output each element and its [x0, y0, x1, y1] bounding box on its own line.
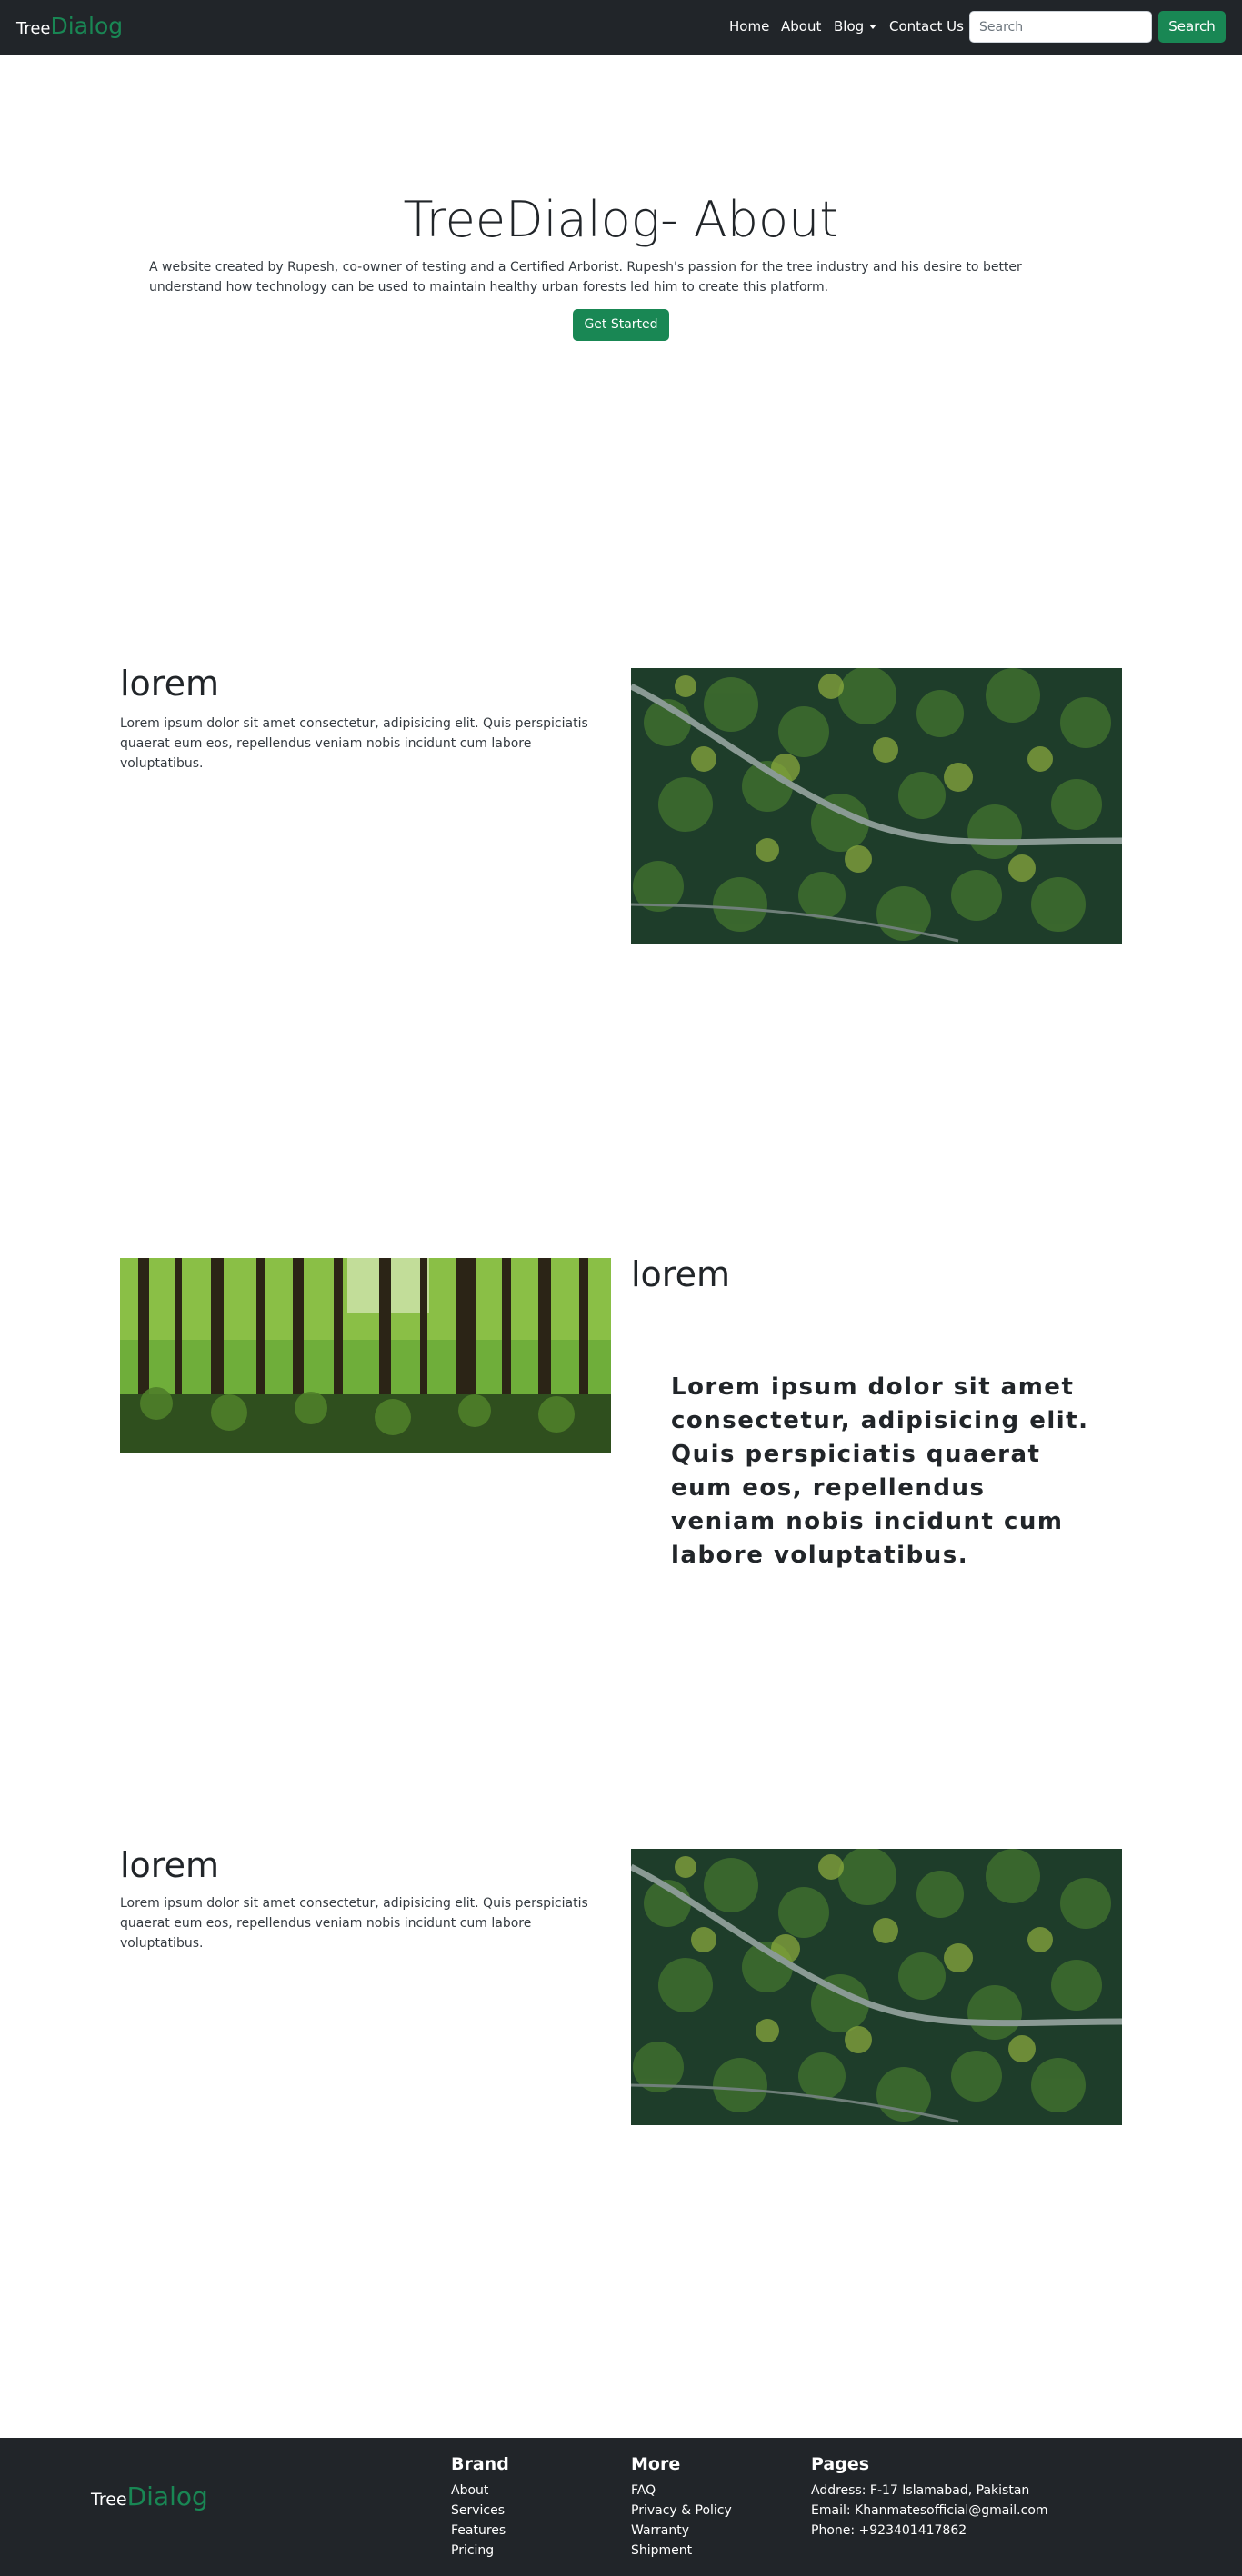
footer-link-shipment[interactable]: Shipment — [631, 2541, 732, 2561]
aerial-forest-image — [631, 668, 1122, 944]
footer-brand-text-tree: Tree — [91, 2490, 127, 2510]
navbar-brand[interactable]: TreeDialog — [16, 13, 123, 39]
nav-link-blog-label: Blog — [834, 18, 865, 35]
footer-heading-pages: Pages — [811, 2454, 870, 2474]
footer-column-brand: Brand About Services Features Pricing — [451, 2454, 509, 2561]
section-1-text: Lorem ipsum dolor sit amet consectetur, … — [120, 716, 588, 771]
get-started-button[interactable]: Get Started — [573, 309, 669, 341]
search-input[interactable] — [969, 11, 1152, 43]
navbar: TreeDialog Home About Blog Contact Us Se… — [0, 0, 1242, 55]
nav-dropdown-blog[interactable]: Blog — [834, 18, 877, 35]
footer-link-about[interactable]: About — [451, 2481, 509, 2501]
nav-link-about[interactable]: About — [781, 18, 821, 35]
forest-trunks-image — [120, 1258, 611, 1453]
footer-link-faq[interactable]: FAQ — [631, 2481, 732, 2501]
chevron-down-icon — [869, 25, 877, 29]
brand-text-dialog: Dialog — [50, 13, 124, 39]
section-3-heading: lorem — [120, 1845, 219, 1885]
section-1-heading: lorem — [120, 664, 219, 704]
nav-link-contact[interactable]: Contact Us — [889, 18, 964, 35]
footer-column-more: More FAQ Privacy & Policy Warranty Shipm… — [631, 2454, 732, 2561]
footer-heading-more: More — [631, 2454, 681, 2474]
footer-heading-brand: Brand — [451, 2454, 509, 2474]
brand-text-tree: Tree — [16, 19, 51, 38]
section-2-text: Lorem ipsum dolor sit amet consectetur, … — [671, 1373, 1089, 1569]
footer-link-pricing[interactable]: Pricing — [451, 2541, 509, 2561]
footer-brand-text-dialog: Dialog — [126, 2481, 208, 2511]
section-2-heading: lorem — [631, 1254, 730, 1294]
search-button[interactable]: Search — [1158, 11, 1226, 43]
footer-email[interactable]: Email: Khanmatesofficial@gmail.com — [811, 2501, 1048, 2521]
section-3-text: Lorem ipsum dolor sit amet consectetur, … — [120, 1896, 588, 1951]
footer-address: Address: F-17 Islamabad, Pakistan — [811, 2483, 1030, 2498]
footer-column-pages: Pages Address: F-17 Islamabad, Pakistan … — [811, 2454, 1048, 2541]
footer-brand[interactable]: TreeDialog — [91, 2481, 208, 2511]
nav-link-home[interactable]: Home — [729, 18, 769, 35]
hero-description: A website created by Rupesh, co-owner of… — [149, 260, 1022, 295]
page-title: TreeDialog- About — [403, 191, 839, 248]
aerial-forest-image-2 — [631, 1849, 1122, 2125]
footer-phone[interactable]: Phone: +923401417862 — [811, 2521, 1048, 2541]
footer-link-services[interactable]: Services — [451, 2501, 509, 2521]
footer: TreeDialog Brand About Services Features… — [0, 2438, 1242, 2576]
footer-link-features[interactable]: Features — [451, 2521, 509, 2541]
footer-link-warranty[interactable]: Warranty — [631, 2521, 732, 2541]
footer-link-privacy[interactable]: Privacy & Policy — [631, 2501, 732, 2521]
